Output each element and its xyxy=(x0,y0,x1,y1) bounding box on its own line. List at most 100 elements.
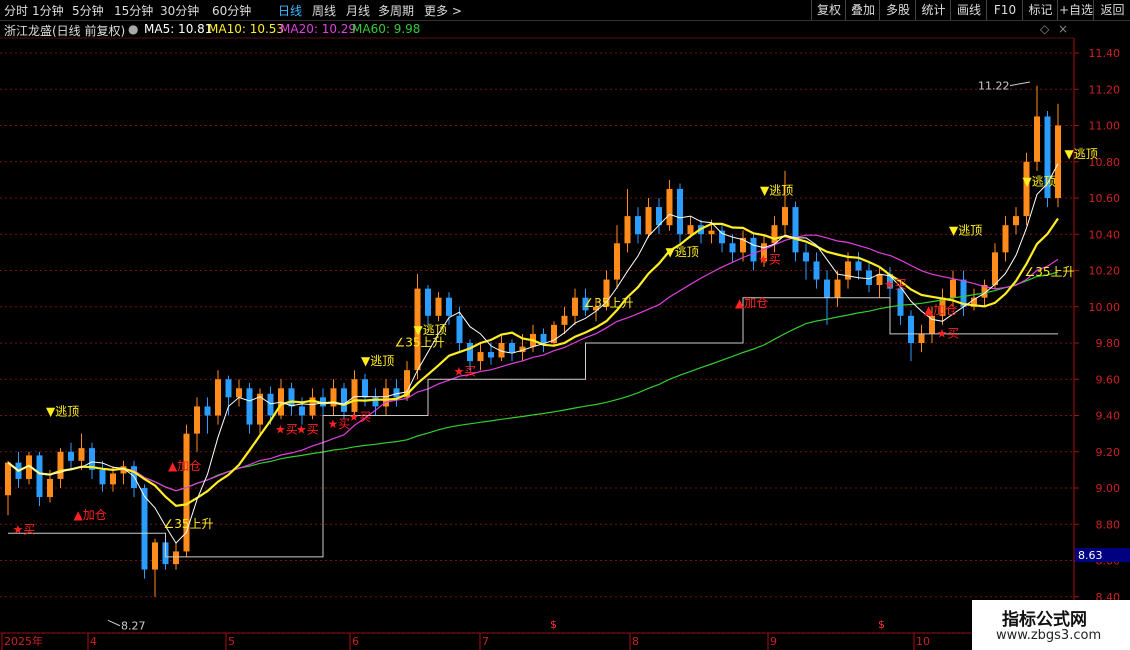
low-price-label: 8.27 xyxy=(121,619,146,632)
candle-body xyxy=(393,388,400,398)
candle-body xyxy=(645,207,652,235)
buy-signal: ★买 xyxy=(328,417,351,431)
buy-signal: ★买 xyxy=(937,327,960,341)
candle-body xyxy=(1023,161,1030,217)
price-tick-label: 11.00 xyxy=(1089,120,1121,133)
high-price-label: 11.22 xyxy=(978,79,1010,92)
add-position-signal: ▲加仓 xyxy=(924,303,957,317)
candle-body xyxy=(771,225,778,244)
candle-body xyxy=(246,388,253,425)
candle-body xyxy=(1002,225,1009,253)
price-tick-label: 9.80 xyxy=(1096,337,1121,350)
candle-body xyxy=(341,388,347,412)
kline-chart[interactable]: 11.4011.2011.0010.8010.6010.4010.2010.00… xyxy=(0,0,1130,650)
candle-body xyxy=(488,352,494,358)
candle-body xyxy=(425,288,431,316)
candle-body xyxy=(1013,216,1019,226)
candle-body xyxy=(929,315,935,334)
candle-body xyxy=(677,188,683,235)
time-tick-label: 4 xyxy=(90,635,97,648)
candle-body xyxy=(908,315,914,343)
buy-signal: ★买 xyxy=(349,410,372,424)
candle-body xyxy=(47,478,53,498)
candle-body xyxy=(68,451,74,461)
candle-body xyxy=(78,448,85,461)
candle-body xyxy=(225,379,232,398)
candle-body xyxy=(141,488,148,570)
candle-body xyxy=(845,261,851,280)
candle-body xyxy=(299,406,305,416)
candle-body xyxy=(36,455,43,498)
candle-body xyxy=(467,343,473,362)
time-tick-label: 7 xyxy=(482,635,489,648)
candle-body xyxy=(540,333,547,343)
rise-signal: ∠35上升 xyxy=(1025,265,1075,279)
price-tick-label: 10.00 xyxy=(1089,301,1121,314)
ma10-line xyxy=(7,217,1059,507)
candle-body xyxy=(110,473,116,485)
escape-signal: ▼逃顶 xyxy=(1023,174,1056,188)
candle-body xyxy=(635,216,641,235)
candle-body xyxy=(876,274,883,285)
high-pointer xyxy=(1009,81,1031,87)
candle-body xyxy=(5,462,11,496)
candle-body xyxy=(897,288,904,316)
escape-signal: ▼逃顶 xyxy=(760,183,793,197)
candle-body xyxy=(204,406,211,416)
candle-body xyxy=(194,406,200,434)
candle-body xyxy=(624,216,631,244)
candle-body xyxy=(1055,125,1061,198)
price-tick-label: 10.60 xyxy=(1089,192,1121,205)
candle-body xyxy=(236,388,242,398)
watermark-title: 指标公式网 xyxy=(1002,610,1087,630)
candle-body xyxy=(215,379,221,416)
candle-body xyxy=(477,352,484,362)
rise-signal: ∠35上升 xyxy=(164,517,214,531)
candle-body xyxy=(267,393,274,416)
escape-signal: ▼逃顶 xyxy=(666,245,699,259)
time-tick-label: 10 xyxy=(916,635,930,648)
candle-body xyxy=(99,469,106,485)
ma5-line xyxy=(7,163,1059,544)
candle-body xyxy=(509,343,515,353)
watermark: 指标公式网 www.zbgs3.com xyxy=(972,600,1130,650)
candle-body xyxy=(446,297,452,316)
candle-body xyxy=(834,279,841,298)
escape-signal: ▼逃顶 xyxy=(1065,147,1098,161)
candle-body xyxy=(855,261,862,271)
candle-body xyxy=(687,225,694,235)
candle-body xyxy=(614,243,620,280)
price-tick-label: 11.20 xyxy=(1089,83,1121,96)
candle-body xyxy=(950,279,956,298)
candle-body xyxy=(362,379,368,398)
price-tick-label: 11.40 xyxy=(1089,47,1121,60)
price-tick-label: 8.80 xyxy=(1096,518,1121,531)
candle-body xyxy=(782,207,788,226)
buy-signal: ★买 xyxy=(296,423,319,437)
escape-signal: ▼逃顶 xyxy=(949,223,982,237)
candle-body xyxy=(666,188,673,226)
candle-body xyxy=(351,379,358,412)
low-pointer xyxy=(107,619,121,627)
buy-signal: ★买 xyxy=(275,423,298,437)
price-tick-label: 9.40 xyxy=(1096,410,1121,423)
time-tick-label: 6 xyxy=(352,635,359,648)
price-tick-label: 10.40 xyxy=(1089,228,1121,241)
candle-body xyxy=(456,315,463,343)
candle-body xyxy=(992,252,998,285)
time-marker: $ xyxy=(878,618,885,631)
candle-body xyxy=(173,551,179,565)
candle-body xyxy=(288,388,295,407)
candle-body xyxy=(918,333,925,343)
current-price-label: 8.63 xyxy=(1078,549,1103,562)
escape-signal: ▼逃顶 xyxy=(361,354,394,368)
candle-body xyxy=(792,207,799,253)
buy-signal: ★买 xyxy=(884,278,907,292)
time-marker: $ xyxy=(550,618,557,631)
candle-body xyxy=(561,315,568,325)
add-position-signal: ▲加仓 xyxy=(735,296,768,310)
price-tick-label: 9.00 xyxy=(1096,482,1121,495)
candle-body xyxy=(824,279,830,298)
candle-body xyxy=(813,261,820,280)
escape-signal: ▼逃顶 xyxy=(46,405,79,419)
